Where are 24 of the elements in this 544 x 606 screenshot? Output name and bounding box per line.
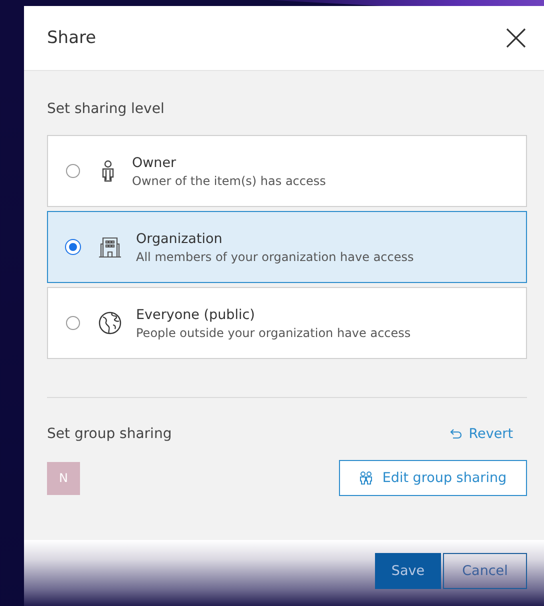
dialog-title: Share xyxy=(47,28,96,48)
radio-button[interactable] xyxy=(66,316,80,330)
option-label: Organization xyxy=(136,230,224,246)
people-icon xyxy=(359,471,374,485)
option-label: Owner xyxy=(132,154,178,170)
option-label: Everyone (public) xyxy=(136,306,256,322)
sharing-option[interactable]: Everyone (public) People outside your organization have access xyxy=(47,287,527,359)
revert-link[interactable]: Revert xyxy=(450,426,527,442)
option-description: People outside your organization have access xyxy=(136,326,411,340)
edit-group-sharing-button[interactable]: Edit group sharing xyxy=(339,460,527,496)
group-avatar: N xyxy=(47,462,80,494)
option-description: All members of your organization have access xyxy=(136,250,414,264)
close-icon xyxy=(506,28,526,48)
undo-icon xyxy=(450,428,462,440)
save-button[interactable]: Save xyxy=(375,553,441,589)
section-heading: Set sharing level xyxy=(47,101,166,117)
option-description: Owner of the item(s) has access xyxy=(132,174,326,188)
building-icon xyxy=(98,236,122,258)
radio-button[interactable] xyxy=(66,164,80,178)
section-heading: Set group sharing xyxy=(47,426,172,442)
sharing-option[interactable]: Organization All members of your organization have access xyxy=(47,211,527,283)
sharing-option[interactable]: Owner Owner of the item(s) has access xyxy=(47,135,527,207)
globe-icon xyxy=(98,311,122,335)
cancel-button[interactable]: Cancel xyxy=(443,553,527,589)
